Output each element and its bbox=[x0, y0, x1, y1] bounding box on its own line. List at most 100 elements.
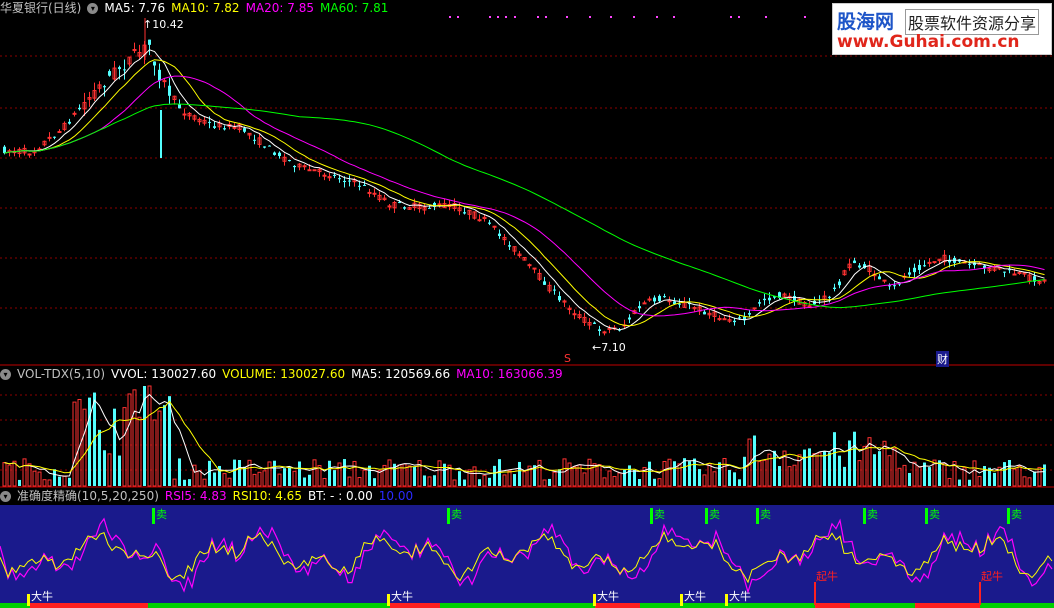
volume-bar bbox=[728, 469, 731, 486]
candle-body bbox=[807, 305, 812, 308]
volume-bar bbox=[178, 458, 181, 486]
event-dot bbox=[505, 16, 507, 18]
volume-bar bbox=[912, 461, 917, 487]
candle-body bbox=[437, 203, 442, 206]
candle-body bbox=[253, 139, 256, 141]
bull-signal-bar bbox=[387, 594, 390, 606]
candle-body bbox=[387, 205, 392, 208]
volume-bar bbox=[227, 477, 232, 487]
volume-bar bbox=[328, 460, 331, 486]
logo-url: www.Guhai.com.cn bbox=[837, 32, 1020, 52]
sell-signal-bar bbox=[705, 508, 708, 524]
ma5-label: MA5: 7.76 bbox=[104, 1, 166, 15]
volume-bar bbox=[548, 478, 551, 486]
volume-bar bbox=[653, 478, 656, 486]
start-bull-signal-label[interactable]: 起牛 bbox=[981, 571, 1003, 583]
volume-bar bbox=[567, 462, 572, 487]
candle-body bbox=[638, 306, 641, 309]
volume-bar bbox=[357, 477, 362, 487]
event-dot bbox=[497, 16, 499, 18]
volume-bar bbox=[407, 465, 412, 487]
candle-body bbox=[908, 272, 911, 275]
volume-bar bbox=[42, 479, 47, 487]
candle-body bbox=[1017, 271, 1022, 274]
volume-bar bbox=[137, 416, 142, 487]
bull-signal-label[interactable]: 大牛 bbox=[597, 591, 619, 603]
volume-bar bbox=[1017, 465, 1022, 487]
high-price-annotation: ↑10.42 bbox=[143, 18, 184, 31]
signal-bar-segment bbox=[440, 603, 595, 608]
volume-bar bbox=[188, 479, 191, 486]
candle-body bbox=[738, 317, 741, 319]
volume-bar bbox=[478, 479, 481, 486]
sell-signal-label[interactable]: 卖 bbox=[451, 509, 462, 521]
volume-bar bbox=[507, 470, 512, 487]
chevron-down-icon[interactable]: ▾ bbox=[0, 490, 11, 502]
ma20-label: MA20: 7.85 bbox=[245, 1, 314, 15]
guhai-logo[interactable]: 股海网 股票软件资源分享 www.Guhai.com.cn bbox=[832, 3, 1052, 55]
volume-bar bbox=[902, 464, 907, 487]
sell-signal-bar bbox=[1007, 508, 1010, 524]
candlesticks[interactable] bbox=[3, 18, 1047, 336]
candle-body bbox=[733, 320, 736, 323]
volume-bar bbox=[993, 472, 996, 486]
bull-signal-label[interactable]: 大牛 bbox=[729, 591, 751, 603]
candle-body bbox=[158, 69, 161, 81]
candle-body bbox=[3, 146, 6, 154]
volume-bars[interactable] bbox=[2, 385, 1046, 487]
candle-body bbox=[893, 285, 896, 287]
volume-bar bbox=[298, 461, 301, 486]
volume-bar bbox=[53, 469, 56, 486]
volume-bar bbox=[427, 476, 432, 487]
candle-body bbox=[558, 296, 561, 301]
volume-bar bbox=[22, 458, 27, 487]
signal-bar-segment bbox=[0, 603, 30, 608]
volume-bar bbox=[277, 473, 282, 487]
sell-signal-label[interactable]: 卖 bbox=[929, 509, 940, 521]
bull-signal-label[interactable]: 大牛 bbox=[31, 591, 53, 603]
event-dot bbox=[656, 16, 658, 18]
candle-body bbox=[372, 192, 377, 195]
start-bull-signal-label[interactable]: 起牛 bbox=[816, 571, 838, 583]
bull-signal-label[interactable]: 大牛 bbox=[684, 591, 706, 603]
event-dot bbox=[804, 16, 806, 18]
volume-bar bbox=[597, 464, 602, 487]
candle-body bbox=[748, 313, 751, 315]
candle-body bbox=[642, 302, 647, 305]
volume-bar bbox=[698, 469, 701, 486]
candle-body bbox=[878, 276, 881, 280]
volume-bar bbox=[183, 479, 186, 486]
volume-label: VOLUME: 130027.60 bbox=[222, 367, 346, 381]
candle-body bbox=[182, 113, 187, 116]
sell-signal-label[interactable]: 卖 bbox=[156, 509, 167, 521]
moving-average-lines bbox=[4, 49, 1045, 331]
volume-bar bbox=[288, 467, 291, 486]
sell-signal-label[interactable]: 卖 bbox=[1011, 509, 1022, 521]
sell-signal-label[interactable]: 卖 bbox=[867, 509, 878, 521]
volume-bar bbox=[347, 476, 352, 487]
volume-bar bbox=[98, 429, 101, 486]
chevron-down-icon[interactable]: ▾ bbox=[0, 368, 11, 380]
sell-signal-label[interactable]: 卖 bbox=[654, 509, 665, 521]
candle-body bbox=[47, 136, 52, 139]
s-marker: S bbox=[564, 352, 571, 365]
bull-signal-label[interactable]: 大牛 bbox=[391, 591, 413, 603]
candle-body bbox=[338, 178, 341, 180]
volume-bar bbox=[437, 460, 442, 487]
cai-marker[interactable]: 财 bbox=[936, 351, 949, 367]
ma10-label: MA10: 7.82 bbox=[171, 1, 240, 15]
event-dot bbox=[537, 16, 539, 18]
volume-bar bbox=[853, 431, 856, 486]
chevron-down-icon[interactable]: ▾ bbox=[87, 2, 99, 14]
volume-bar bbox=[118, 455, 121, 486]
sell-signal-label[interactable]: 卖 bbox=[709, 509, 720, 521]
volume-bar bbox=[493, 465, 496, 486]
candle-body bbox=[553, 289, 556, 291]
level-label: 10.00 bbox=[378, 489, 414, 503]
sell-signal-label[interactable]: 卖 bbox=[760, 509, 771, 521]
candle-body bbox=[543, 281, 546, 285]
volume-bar bbox=[628, 465, 631, 486]
low-price-value: 7.10 bbox=[601, 341, 626, 354]
candle-body bbox=[488, 222, 491, 224]
volume-bar bbox=[848, 440, 851, 486]
